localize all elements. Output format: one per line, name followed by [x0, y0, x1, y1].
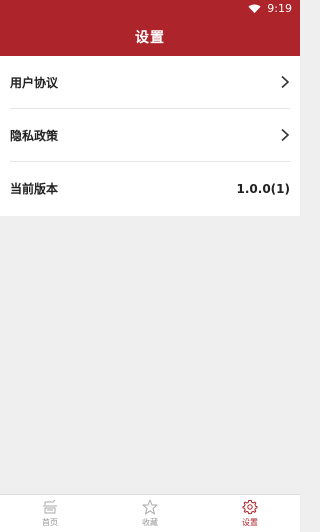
bottom-tab-bar: 首页 收藏 设置: [0, 494, 300, 532]
settings-item-user-agreement[interactable]: 用户协议: [10, 56, 290, 109]
tab-label: 收藏: [142, 518, 158, 527]
status-time: 9:19: [267, 2, 292, 15]
page-title: 设置: [135, 30, 165, 46]
wifi-icon: [248, 4, 261, 14]
app-bar: 设置: [0, 18, 300, 56]
tab-label: 设置: [242, 518, 258, 527]
star-icon: [142, 499, 158, 515]
settings-item-label: 用户协议: [10, 75, 59, 90]
settings-item-label: 隐私政策: [10, 128, 59, 143]
tab-settings[interactable]: 设置: [200, 495, 300, 532]
settings-item-current-version: 当前版本 1.0.0(1): [10, 162, 290, 215]
chevron-right-icon: [281, 128, 290, 142]
settings-list: 用户协议 隐私政策 当前版本 1.0.0(1): [0, 56, 300, 216]
tab-home[interactable]: 首页: [0, 495, 100, 532]
version-value: 1.0.0(1): [236, 181, 290, 196]
settings-item-privacy-policy[interactable]: 隐私政策: [10, 109, 290, 162]
tab-favorites[interactable]: 收藏: [100, 495, 200, 532]
tab-label: 首页: [42, 518, 58, 527]
chevron-right-icon: [281, 75, 290, 89]
home-icon: [43, 499, 57, 514]
settings-item-label: 当前版本: [10, 182, 59, 196]
gear-icon: [242, 500, 258, 515]
status-bar: 9:19: [0, 0, 300, 18]
